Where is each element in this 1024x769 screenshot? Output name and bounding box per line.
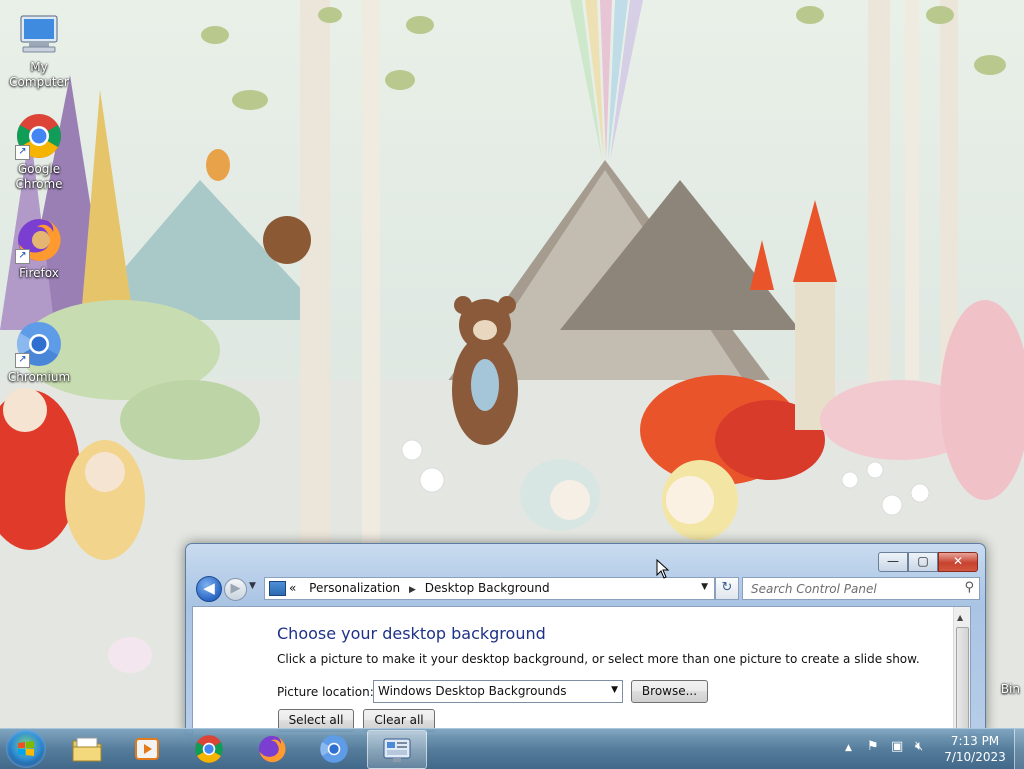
maximize-button[interactable]: ▢ bbox=[908, 552, 938, 572]
refresh-icon: ↻ bbox=[721, 580, 733, 595]
search-box[interactable]: ⚲ bbox=[742, 577, 980, 600]
shortcut-arrow-icon: ↗ bbox=[15, 353, 30, 368]
control-panel-icon bbox=[269, 581, 286, 596]
desktop-icon-label-line1: Google bbox=[17, 162, 61, 176]
forward-button[interactable]: ▶ bbox=[224, 578, 247, 601]
folder-icon bbox=[72, 737, 102, 761]
scrollbar-thumb[interactable] bbox=[956, 627, 969, 735]
content-pane: Choose your desktop background Click a p… bbox=[192, 606, 971, 735]
chrome-icon bbox=[195, 734, 223, 763]
picture-location-label: Picture location: bbox=[277, 685, 374, 699]
close-button[interactable]: ✕ bbox=[938, 552, 978, 572]
breadcrumb-desktop-background[interactable]: Desktop Background bbox=[425, 581, 550, 595]
back-button[interactable]: ◀ bbox=[196, 576, 222, 602]
control-panel-window: — ▢ ✕ ◀ ▶ ▼ « Personalization ▶ Desktop … bbox=[185, 543, 986, 735]
show-desktop-button[interactable] bbox=[1014, 729, 1024, 769]
desktop-icon-firefox[interactable]: ↗ Firefox bbox=[1, 216, 77, 281]
picture-location-select[interactable]: Windows Desktop Backgrounds ▼ bbox=[373, 680, 623, 703]
navigation-bar: ◀ ▶ ▼ « Personalization ▶ Desktop Backgr… bbox=[194, 575, 980, 602]
mouse-cursor-icon bbox=[656, 559, 670, 579]
refresh-button[interactable]: ↻ bbox=[715, 577, 739, 600]
clock[interactable]: 7:13 PM 7/10/2023 bbox=[940, 733, 1010, 765]
search-icon[interactable]: ⚲ bbox=[964, 580, 974, 595]
page-title: Choose your desktop background bbox=[277, 624, 546, 643]
network-icon[interactable]: ▣ bbox=[891, 739, 903, 754]
firefox-icon: ↗ bbox=[15, 216, 63, 264]
address-dropdown-icon[interactable]: ▼ bbox=[701, 582, 708, 592]
scroll-up-icon[interactable]: ▲ bbox=[957, 613, 963, 622]
action-center-icon[interactable]: ⚑ bbox=[867, 739, 879, 754]
recent-pages-dropdown[interactable]: ▼ bbox=[249, 581, 256, 591]
chrome-icon: ↗ bbox=[15, 112, 63, 160]
control-panel-icon bbox=[383, 738, 411, 762]
desktop-icon-my-computer[interactable]: My Computer bbox=[1, 10, 77, 90]
taskbar-firefox-button[interactable] bbox=[243, 730, 301, 767]
media-player-icon bbox=[135, 737, 159, 760]
volume-muted-icon[interactable]: 🔇︎ bbox=[915, 739, 923, 754]
search-input[interactable] bbox=[749, 580, 953, 598]
breadcrumb-separator-icon[interactable]: ▶ bbox=[409, 585, 416, 595]
show-hidden-icons-button[interactable]: ▲ bbox=[845, 743, 852, 753]
breadcrumb-overflow[interactable]: « bbox=[289, 581, 296, 595]
browse-button[interactable]: Browse... bbox=[631, 680, 708, 703]
taskbar-explorer-button[interactable] bbox=[58, 730, 116, 767]
clock-time: 7:13 PM bbox=[950, 734, 1000, 748]
start-button[interactable] bbox=[6, 730, 46, 768]
address-bar[interactable]: « Personalization ▶ Desktop Background ▼ bbox=[264, 577, 715, 600]
taskbar-chrome-button[interactable] bbox=[180, 730, 238, 767]
clock-date: 7/10/2023 bbox=[944, 750, 1006, 764]
vertical-scrollbar[interactable]: ▲ bbox=[953, 607, 970, 735]
desktop-icon-label: My Computer bbox=[9, 60, 69, 89]
shortcut-arrow-icon: ↗ bbox=[15, 249, 30, 264]
chevron-down-icon: ▼ bbox=[611, 685, 618, 695]
windows-logo-icon bbox=[18, 741, 34, 756]
picture-location-value: Windows Desktop Backgrounds bbox=[378, 684, 567, 698]
chromium-icon: ↗ bbox=[15, 320, 63, 368]
forward-arrow-icon: ▶ bbox=[230, 581, 241, 596]
close-icon: ✕ bbox=[952, 554, 964, 568]
page-description: Click a picture to make it your desktop … bbox=[277, 652, 920, 666]
taskbar-control-panel-button[interactable] bbox=[367, 730, 427, 769]
desktop-icon-label: Firefox bbox=[19, 266, 59, 280]
firefox-icon bbox=[258, 735, 286, 762]
taskbar-media-player-button[interactable] bbox=[118, 730, 176, 767]
desktop-icon-chromium[interactable]: ↗ Chromium bbox=[1, 320, 77, 385]
breadcrumb: « Personalization ▶ Desktop Background bbox=[289, 581, 550, 595]
maximize-icon: ▢ bbox=[917, 554, 929, 568]
desktop-icon-label-line2: Chrome bbox=[15, 177, 63, 191]
desktop-icon-label: Chromium bbox=[7, 370, 71, 384]
computer-icon bbox=[15, 10, 63, 58]
taskbar: ▲ ⚑ ▣ 🔇︎ 7:13 PM 7/10/2023 bbox=[0, 728, 1024, 769]
taskbar-chromium-button[interactable] bbox=[305, 730, 363, 767]
back-arrow-icon: ◀ bbox=[203, 579, 215, 597]
minimize-icon: — bbox=[887, 554, 899, 568]
breadcrumb-personalization[interactable]: Personalization bbox=[309, 581, 400, 595]
chromium-icon bbox=[320, 734, 348, 763]
desktop-icon-google-chrome[interactable]: ↗ Google Chrome bbox=[1, 112, 77, 192]
minimize-button[interactable]: — bbox=[878, 552, 908, 572]
shortcut-arrow-icon: ↗ bbox=[15, 145, 30, 160]
